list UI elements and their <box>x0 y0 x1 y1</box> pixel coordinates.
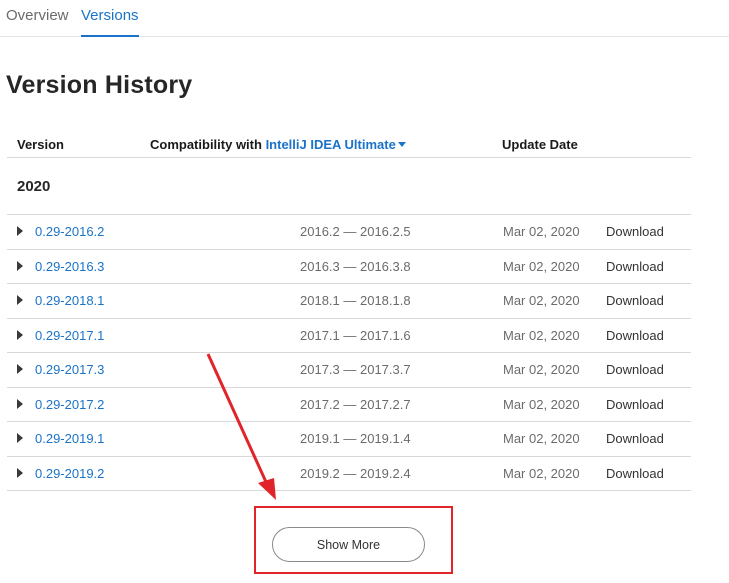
show-more-button[interactable]: Show More <box>272 527 425 562</box>
annotation-arrow-shaft <box>206 353 268 483</box>
annotation-arrow <box>206 353 276 500</box>
annotation-arrow-head <box>258 478 276 500</box>
